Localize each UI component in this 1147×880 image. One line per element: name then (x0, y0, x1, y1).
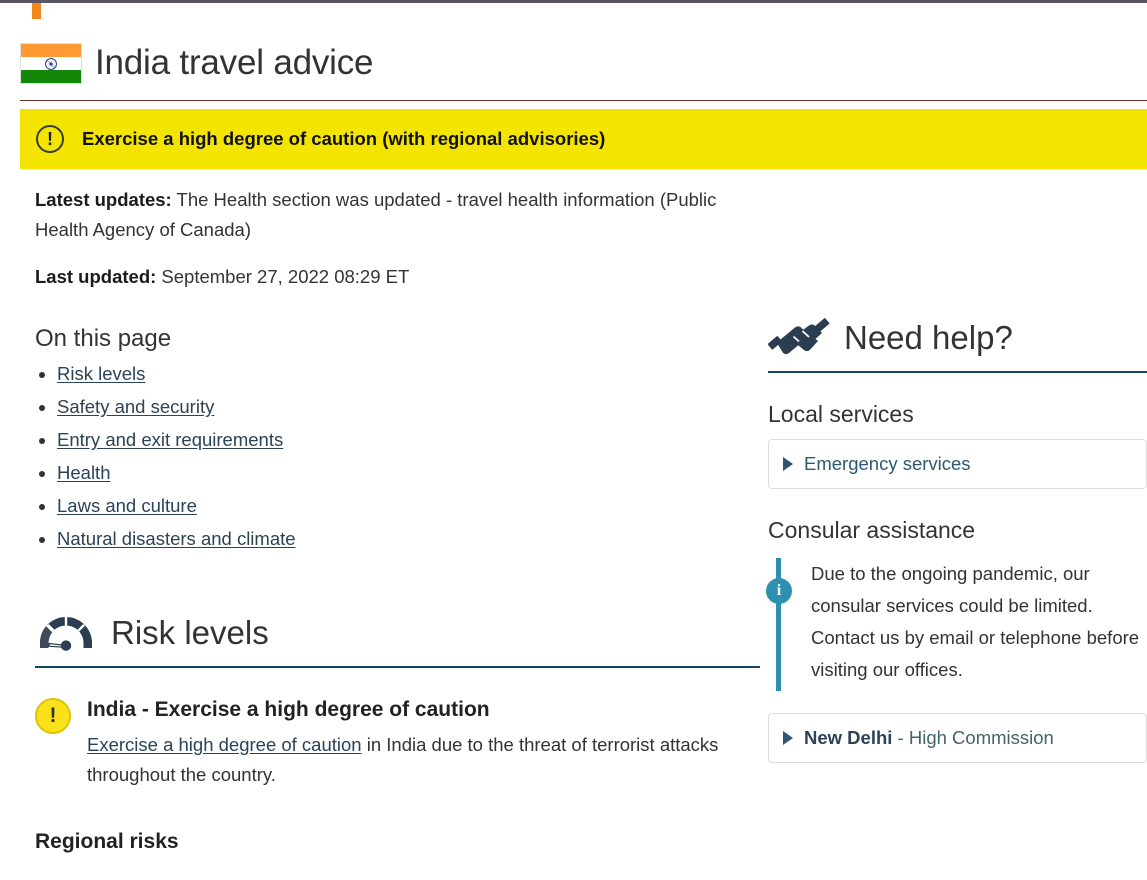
consular-info-callout: i Due to the ongoing pandemic, our consu… (766, 558, 1147, 692)
emergency-services-summary[interactable]: Emergency services (783, 452, 1132, 476)
last-updated-value: September 27, 2022 08:29 ET (156, 265, 410, 287)
list-item: Health (57, 461, 760, 486)
need-help-heading: Need help? (844, 318, 1013, 356)
sidebar: Need help? Local services Emergency serv… (760, 309, 1147, 772)
updates-block: Latest updates: The Health section was u… (0, 169, 760, 292)
new-delhi-disclosure[interactable]: New Delhi - High Commission (768, 713, 1147, 764)
latest-updates-label: Latest updates: (35, 189, 172, 210)
emergency-services-disclosure[interactable]: Emergency services (768, 438, 1147, 489)
main-column: On this page Risk levels Safety and secu… (0, 309, 760, 854)
consular-assistance-heading: Consular assistance (768, 516, 976, 543)
india-flag-icon (20, 43, 82, 84)
orange-accent-tab (32, 3, 41, 19)
title-divider (20, 100, 1147, 101)
last-updated-label: Last updated: (35, 265, 157, 287)
toc-link-entry-and-exit-requirements[interactable]: Entry and exit requirements (57, 429, 283, 450)
list-item: Entry and exit requirements (57, 428, 760, 453)
toc-link-health[interactable]: Health (57, 462, 110, 483)
consular-info-text: Due to the ongoing pandemic, our consula… (811, 563, 1140, 680)
on-this-page-heading: On this page (35, 324, 172, 352)
advisory-banner: ! Exercise a high degree of caution (wit… (20, 109, 1147, 169)
latest-updates-line: Latest updates: The Health section was u… (35, 185, 760, 245)
page-header: India travel advice (0, 5, 1147, 84)
risk-levels-heading: Risk levels (111, 614, 269, 652)
need-help-heading-row: Need help? (767, 317, 1147, 359)
info-circle-icon: i (766, 578, 792, 605)
risk-levels-divider (35, 665, 760, 668)
list-item: Natural disasters and climate (57, 527, 760, 552)
last-updated-line: Last updated: September 27, 2022 08:29 E… (35, 262, 760, 292)
emergency-services-label: Emergency services (804, 452, 971, 474)
gauge-icon (35, 614, 97, 654)
risk-level-alert-description: Exercise a high degree of caution in Ind… (87, 730, 760, 790)
new-delhi-office-label: New Delhi - High Commission (804, 726, 1054, 750)
risk-level-alert: ! India - Exercise a high degree of caut… (35, 696, 760, 790)
exclamation-circle-icon: ! (35, 697, 71, 734)
risk-level-alert-title: India - Exercise a high degree of cautio… (87, 697, 490, 721)
list-item: Risk levels (57, 362, 760, 387)
page-container: India travel advice ! Exercise a high de… (0, 5, 1147, 854)
list-item: Safety and security (57, 395, 760, 420)
handshake-icon (767, 317, 830, 359)
risk-level-advisory-link[interactable]: Exercise a high degree of caution (87, 734, 362, 755)
toc-link-safety-and-security[interactable]: Safety and security (57, 396, 214, 417)
chevron-right-icon (783, 456, 793, 471)
toc-link-natural-disasters-and-climate[interactable]: Natural disasters and climate (57, 528, 296, 549)
list-item: Laws and culture (57, 494, 760, 519)
top-accent-bar (0, 0, 1147, 19)
local-services-heading: Local services (768, 400, 914, 427)
need-help-divider (768, 370, 1147, 373)
regional-risks-heading: Regional risks (35, 829, 179, 853)
risk-level-alert-body: India - Exercise a high degree of cautio… (87, 696, 760, 790)
new-delhi-office-type: - High Commission (892, 727, 1054, 749)
on-this-page-list: Risk levels Safety and security Entry an… (35, 362, 760, 552)
new-delhi-summary[interactable]: New Delhi - High Commission (783, 726, 1132, 750)
toc-link-risk-levels[interactable]: Risk levels (57, 363, 145, 384)
toc-link-laws-and-culture[interactable]: Laws and culture (57, 495, 197, 516)
exclamation-circle-icon: ! (36, 125, 64, 153)
chevron-right-icon (783, 731, 793, 746)
content-columns: On this page Risk levels Safety and secu… (0, 309, 1147, 854)
page-title: India travel advice (95, 43, 374, 83)
advisory-banner-text: Exercise a high degree of caution (with … (82, 127, 606, 149)
new-delhi-city: New Delhi (804, 727, 893, 749)
risk-levels-heading-row: Risk levels (35, 614, 760, 654)
